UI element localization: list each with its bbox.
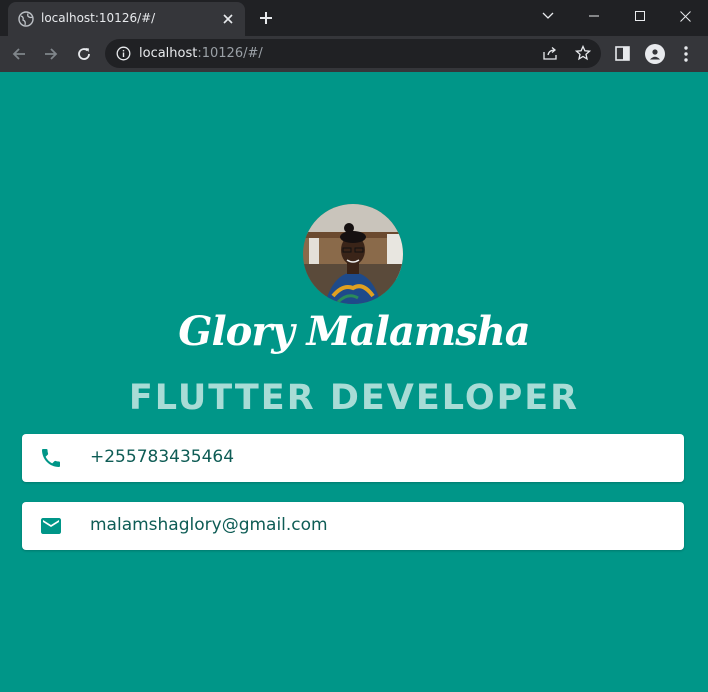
url-host: localhost	[139, 46, 198, 61]
browser-toolbar: localhost:10126/#/	[0, 36, 708, 72]
mail-icon	[41, 518, 61, 534]
maximize-icon	[635, 11, 645, 21]
tab-title: localhost:10126/#/	[41, 11, 156, 25]
arrow-left-icon	[12, 48, 25, 60]
profile-role: FLUTTER DEVELOPER	[128, 378, 580, 418]
tab-search-button[interactable]	[525, 0, 571, 32]
url-text: localhost:10126/#/	[139, 46, 263, 61]
arrow-right-icon	[45, 48, 58, 60]
reload-button[interactable]	[74, 44, 94, 64]
avatar	[303, 204, 403, 304]
forward-button[interactable]	[41, 44, 61, 64]
url-path: :10126/#/	[197, 46, 263, 61]
chevron-down-icon	[542, 12, 554, 19]
phone-card[interactable]: +255783435464	[22, 434, 684, 482]
minimize-button[interactable]	[571, 0, 617, 32]
close-tab-icon[interactable]	[221, 12, 235, 26]
page-content: Glory Malamsha FLUTTER DEVELOPER +255783…	[0, 72, 708, 692]
profile-button[interactable]	[645, 44, 665, 64]
profile-photo	[303, 204, 403, 304]
phone-number: +255783435464	[90, 447, 235, 467]
person-icon	[650, 49, 660, 60]
more-vert-icon[interactable]	[683, 45, 689, 63]
side-panel-icon[interactable]	[615, 46, 630, 61]
email-address: malamshaglory@gmail.com	[90, 515, 328, 535]
close-window-button[interactable]	[662, 0, 708, 32]
maximize-button[interactable]	[617, 0, 663, 32]
phone-icon	[42, 449, 60, 467]
email-card[interactable]: malamshaglory@gmail.com	[22, 502, 684, 550]
browser-tab[interactable]: localhost:10126/#/	[8, 2, 245, 36]
address-bar[interactable]: localhost:10126/#/	[105, 39, 601, 68]
close-icon	[679, 10, 691, 22]
globe-icon	[18, 11, 34, 27]
profile-name: Glory Malamsha	[178, 308, 530, 355]
new-tab-icon[interactable]	[258, 10, 274, 26]
back-button[interactable]	[9, 44, 29, 64]
minimize-icon	[589, 15, 599, 17]
info-icon[interactable]	[116, 46, 131, 61]
share-icon[interactable]	[542, 46, 558, 61]
browser-titlebar: localhost:10126/#/	[0, 0, 708, 36]
reload-icon	[78, 48, 90, 60]
star-icon[interactable]	[575, 45, 591, 61]
